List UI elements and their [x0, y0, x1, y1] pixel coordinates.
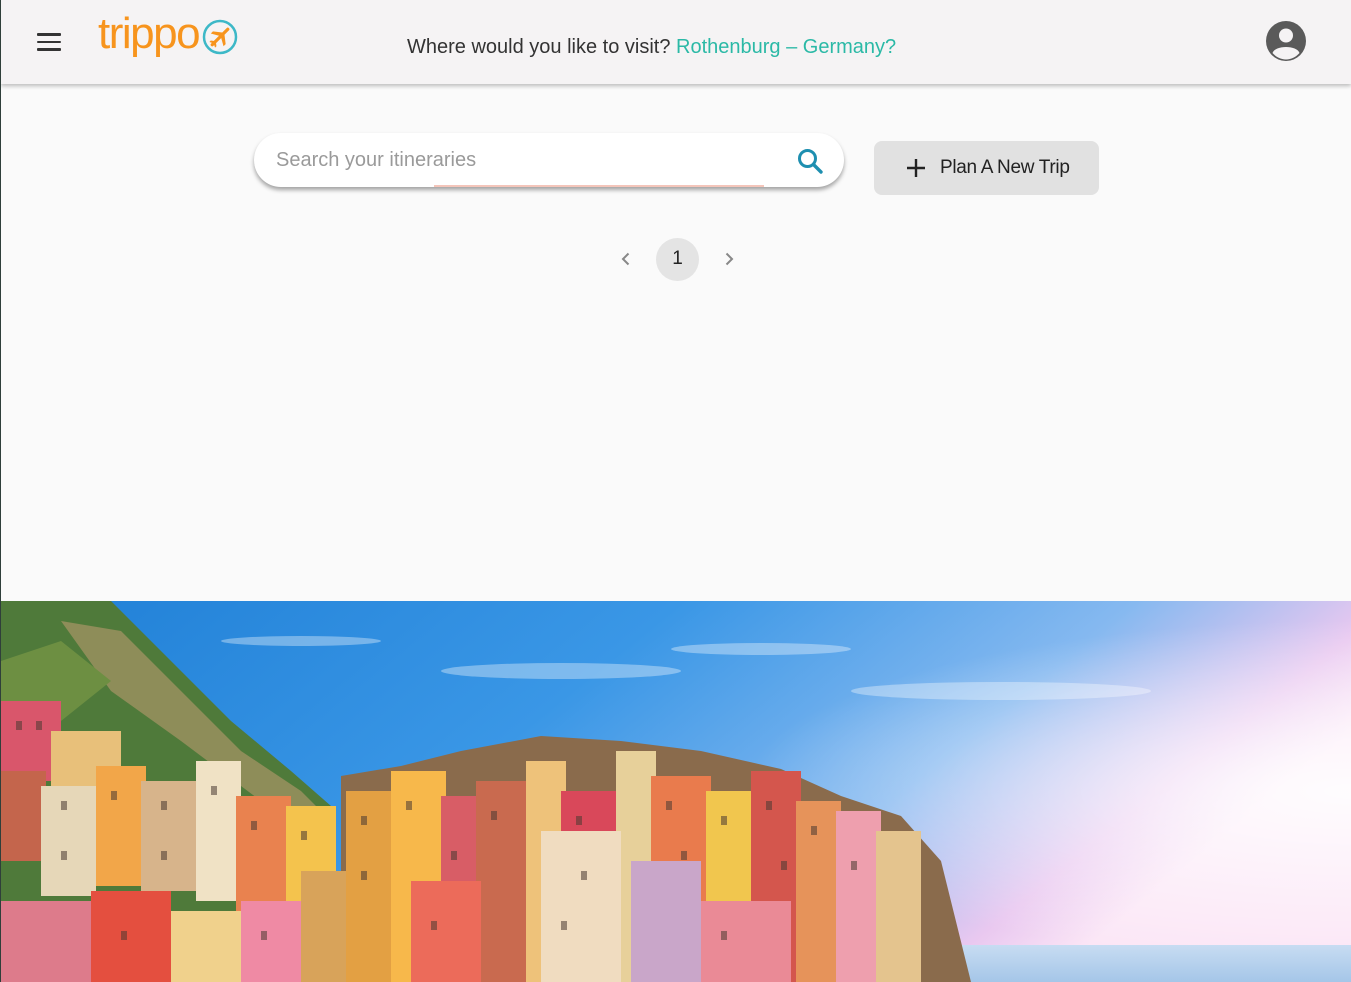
input-underline: [434, 185, 764, 187]
plus-icon: [907, 159, 925, 177]
plane-icon: [202, 19, 238, 55]
destination-prompt: Where would you like to visit? Rothenbur…: [407, 36, 896, 59]
account-circle-icon[interactable]: [1265, 20, 1307, 62]
search-input[interactable]: [276, 133, 776, 187]
pagination: 1: [606, 237, 749, 281]
plan-new-trip-button[interactable]: Plan A New Trip: [874, 141, 1099, 195]
app-header: trippo Where would you like to visit? Ro…: [1, 0, 1351, 84]
hero-banner-image: [1, 601, 1351, 982]
prompt-text: Where would you like to visit?: [407, 36, 671, 58]
itinerary-search-bar: [254, 133, 844, 187]
page-button-current[interactable]: 1: [656, 237, 699, 281]
window-edge: [0, 0, 1, 982]
search-icon[interactable]: [796, 147, 824, 175]
plan-new-trip-label: Plan A New Trip: [940, 157, 1070, 178]
suggested-destination-link[interactable]: Rothenburg – Germany?: [676, 36, 896, 58]
chevron-left-icon[interactable]: [606, 239, 646, 279]
menu-icon[interactable]: [37, 33, 63, 51]
trippo-logo[interactable]: trippo: [98, 9, 239, 63]
chevron-right-icon[interactable]: [709, 239, 749, 279]
logo-text: trippo: [98, 9, 201, 58]
